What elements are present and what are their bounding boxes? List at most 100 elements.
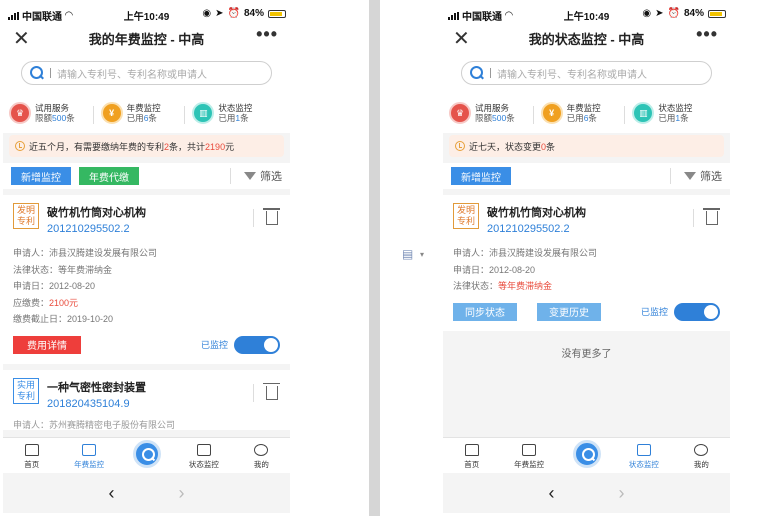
action-row: 新增监控 筛选: [443, 163, 730, 189]
service-trial[interactable]: ♛ 试用服务 限额500条: [9, 102, 101, 124]
patent-card[interactable]: 发明 专利 破竹机竹筒对心机构 201210295502.2 申请人：沛县汉腾建设…: [3, 195, 290, 364]
battery-percent: 84%: [243, 8, 264, 19]
patent-title: 破竹机竹筒对心机构: [487, 207, 586, 219]
notice-text: 元: [225, 141, 235, 152]
more-icon[interactable]: •••: [256, 24, 278, 45]
field-label: 申请人：: [453, 248, 490, 258]
tab-status[interactable]: 状态监控: [175, 444, 232, 470]
service-prefix: 已用: [126, 113, 144, 123]
search-input[interactable]: 请输入专利号、专利名称或申请人: [461, 61, 712, 85]
patent-type-tag: 实用 专利: [13, 377, 39, 404]
application-date-value: 2012-08-20: [49, 281, 96, 291]
field-label: 应缴费：: [13, 297, 50, 308]
tab-annual-fee[interactable]: 年费监控: [500, 444, 557, 470]
service-name: 年费监控: [566, 103, 601, 113]
patent-number: 201820435104.9: [47, 397, 130, 410]
tag-line: 专利: [16, 390, 35, 401]
tab-mine[interactable]: 我的: [673, 444, 730, 470]
filter-label: 筛选: [260, 171, 282, 183]
fee-notice: 近五个月，有需要缴纳年费的专利2条，共计2190元: [9, 135, 284, 157]
tab-bar: 首页 年费监控 状态监控 我的: [3, 437, 290, 473]
separator: [253, 383, 254, 402]
tab-label: 状态监控: [628, 460, 659, 469]
search-placeholder: 请输入专利号、专利名称或申请人: [497, 69, 647, 81]
forward-icon[interactable]: ›: [179, 483, 185, 504]
trash-icon[interactable]: [703, 208, 720, 225]
service-annual-fee[interactable]: ¥ 年费监控 已用6条: [532, 102, 633, 124]
add-monitor-button[interactable]: 新增监控: [451, 167, 511, 185]
back-icon[interactable]: ‹: [109, 483, 115, 504]
service-trial[interactable]: ♛ 试用服务 限额500条: [449, 102, 541, 124]
service-count: 500: [492, 113, 507, 123]
filter-button[interactable]: 筛选: [230, 168, 282, 184]
patent-title: 一种气密性密封装置: [47, 381, 146, 394]
nav-bar: ✕ 我的年费监控 - 中高 •••: [3, 22, 290, 54]
monitor-label: 已监控: [200, 340, 228, 350]
browser-nav-bar: ‹ ›: [443, 473, 730, 513]
sync-status-button[interactable]: 同步状态: [453, 302, 517, 321]
more-icon[interactable]: •••: [696, 24, 718, 45]
patent-card[interactable]: 发明 专利 破竹机竹筒对心机构 201210295502.2 申请人：沛县汉腾建设…: [443, 195, 730, 331]
monitor-toggle[interactable]: [674, 302, 720, 321]
search-section: 请输入专利号、专利名称或申请人: [443, 54, 730, 93]
trash-icon[interactable]: [263, 208, 280, 225]
notice-text: 条，共计: [169, 141, 206, 152]
tab-annual-fee[interactable]: 年费监控: [60, 444, 117, 470]
tag-line: 实用: [16, 379, 35, 390]
chart-icon: ▥: [632, 102, 655, 124]
field-label: 缴费截止日：: [13, 314, 68, 324]
application-date-value: 2012-08-20: [489, 264, 536, 275]
tab-status[interactable]: 状态监控: [615, 444, 672, 470]
change-history-button[interactable]: 变更历史: [537, 302, 601, 321]
tab-bar: 首页 年费监控 状态监控 我的: [443, 437, 730, 473]
close-icon[interactable]: ✕: [13, 26, 30, 51]
fee-payment-button[interactable]: 年费代缴: [79, 167, 139, 185]
close-icon[interactable]: ✕: [453, 26, 470, 51]
monitor-toggle[interactable]: [234, 335, 280, 354]
text-cursor: [490, 68, 491, 78]
patent-card[interactable]: 实用 专利 一种气密性密封装置 201820435104.9 申请人：苏州赛腾精密…: [3, 369, 290, 430]
back-icon[interactable]: ‹: [549, 483, 555, 504]
service-prefix: 限额: [475, 113, 493, 123]
text-cursor: [50, 68, 51, 78]
forward-icon[interactable]: ›: [619, 483, 625, 504]
notice-text: 近七天，状态变更: [469, 141, 542, 152]
service-status[interactable]: ▥ 状态监控 已用1条: [624, 102, 724, 124]
search-fab-button[interactable]: [572, 440, 601, 468]
trash-icon[interactable]: [263, 382, 280, 400]
service-suffix: 条: [240, 113, 249, 123]
patent-type-tag: 发明 专利: [453, 203, 479, 229]
battery-percent: 84%: [683, 8, 704, 19]
tab-label: 我的: [253, 460, 269, 469]
search-placeholder: 请输入专利号、专利名称或申请人: [57, 69, 207, 81]
tag-line: 专利: [456, 216, 475, 226]
service-prefix: 已用: [218, 113, 236, 123]
tab-home[interactable]: 首页: [3, 444, 60, 470]
add-monitor-button[interactable]: 新增监控: [11, 167, 71, 185]
legal-status-value: 等年费滞纳金: [58, 264, 113, 275]
tab-home[interactable]: 首页: [443, 444, 500, 470]
yen-icon: ¥: [540, 102, 563, 124]
no-more-text: 没有更多了: [561, 348, 612, 360]
service-status[interactable]: ▥ 状态监控 已用1条: [184, 102, 284, 124]
fee-detail-button[interactable]: 费用详情: [13, 335, 81, 354]
browser-nav-bar: ‹ ›: [3, 473, 290, 513]
service-annual-fee[interactable]: ¥ 年费监控 已用6条: [92, 102, 193, 124]
service-summary: ♛ 试用服务 限额500条 ¥ 年费监控 已用6条 ▥ 状态监控 已用1条: [3, 93, 290, 133]
applicant-value: 沛县汉腾建设发展有限公司: [49, 248, 158, 258]
search-input[interactable]: 请输入专利号、专利名称或申请人: [21, 61, 272, 85]
patent-title: 破竹机竹筒对心机构: [47, 207, 146, 219]
service-suffix: 条: [680, 113, 689, 123]
vip-icon: ♛: [9, 102, 31, 124]
service-prefix: 限额: [35, 113, 53, 123]
search-fab-button[interactable]: [132, 440, 161, 468]
tab-label: 首页: [464, 460, 480, 469]
tab-label: 我的: [693, 460, 709, 469]
tag-line: 发明: [456, 205, 475, 215]
fee-value: 2100元: [49, 297, 79, 308]
service-prefix: 已用: [658, 113, 676, 123]
patent-type-tag: 发明 专利: [13, 203, 39, 229]
tab-mine[interactable]: 我的: [233, 444, 290, 470]
service-name: 试用服务: [475, 103, 510, 113]
filter-button[interactable]: 筛选: [670, 168, 722, 184]
